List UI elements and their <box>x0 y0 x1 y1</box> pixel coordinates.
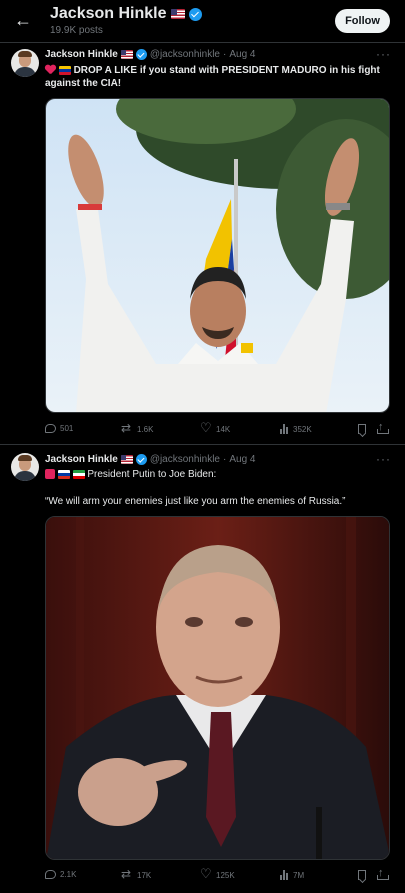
us-flag-icon <box>120 50 133 59</box>
follow-button[interactable]: Follow <box>335 9 390 33</box>
reply-icon <box>45 870 56 879</box>
heart-icon <box>200 866 212 882</box>
tweet-date[interactable]: Aug 4 <box>229 49 255 60</box>
bookmark-button[interactable] <box>358 424 366 434</box>
verified-badge-icon <box>135 454 147 465</box>
tweet-quote: “We will arm your enemies just like you … <box>45 496 346 507</box>
repost-button[interactable]: 1.6K <box>121 421 153 435</box>
us-flag-icon <box>170 9 185 19</box>
reply-button[interactable]: 2.1K <box>45 870 76 879</box>
heart-icon <box>200 420 212 436</box>
more-options-icon[interactable]: ··· <box>376 452 391 466</box>
repost-button[interactable]: 17K <box>121 867 151 881</box>
russia-flag-icon <box>57 469 70 479</box>
tweet-meta: Jackson Hinkle @jacksonhinkle · Aug 4 <box>45 49 255 60</box>
tweet-2[interactable]: Jackson Hinkle @jacksonhinkle · Aug 4 ··… <box>0 445 405 893</box>
arrow-left-icon[interactable]: ← <box>12 10 34 30</box>
author-name[interactable]: Jackson Hinkle <box>45 454 118 465</box>
views-icon <box>280 424 289 434</box>
red-pin-icon <box>45 469 55 480</box>
share-icon <box>377 867 389 880</box>
like-button[interactable]: 125K <box>200 866 235 882</box>
putin-photo <box>46 517 389 859</box>
red-heart-icon <box>45 65 56 75</box>
verified-badge-icon <box>135 49 147 60</box>
tweet-image-maduro[interactable] <box>45 98 390 413</box>
profile-header: ← Jackson Hinkle 19.9K posts Follow <box>0 0 405 42</box>
repost-icon <box>121 867 133 881</box>
tweet-image-putin[interactable] <box>45 516 390 860</box>
author-name[interactable]: Jackson Hinkle <box>45 49 118 60</box>
reply-icon <box>45 424 56 433</box>
tweet-text: President Putin to Joe Biden: <box>45 468 385 481</box>
tweet-text: DROP A LIKE if you stand with PRESIDENT … <box>45 65 380 89</box>
profile-name: Jackson Hinkle <box>50 5 202 23</box>
separator: · <box>223 454 227 465</box>
more-options-icon[interactable]: ··· <box>376 47 391 61</box>
tweet-meta: Jackson Hinkle @jacksonhinkle · Aug 4 <box>45 454 255 465</box>
separator: · <box>223 49 227 60</box>
verified-badge-icon <box>188 7 202 21</box>
views-icon <box>280 870 289 880</box>
share-button[interactable] <box>377 867 389 880</box>
us-flag-icon <box>120 455 133 464</box>
repost-icon <box>121 421 133 435</box>
share-icon <box>377 421 389 434</box>
tweet-date[interactable]: Aug 4 <box>229 454 255 465</box>
like-button[interactable]: 14K <box>200 420 230 436</box>
iran-flag-icon <box>72 469 85 479</box>
bookmark-icon <box>358 424 366 434</box>
venezuela-flag-icon <box>58 65 71 75</box>
tweet-1[interactable]: Jackson Hinkle @jacksonhinkle · Aug 4 ··… <box>0 43 405 443</box>
views-button[interactable]: 352K <box>280 424 312 434</box>
share-button[interactable] <box>377 421 389 434</box>
maduro-photo <box>46 99 389 412</box>
author-handle[interactable]: @jacksonhinkle <box>150 49 220 60</box>
avatar[interactable] <box>11 49 39 77</box>
avatar[interactable] <box>11 453 39 481</box>
bookmark-icon <box>358 870 366 880</box>
bookmark-button[interactable] <box>358 870 366 880</box>
reply-button[interactable]: 501 <box>45 424 73 433</box>
author-handle[interactable]: @jacksonhinkle <box>150 454 220 465</box>
tweet-actions: 501 1.6K 14K 352K <box>45 420 390 438</box>
post-count: 19.9K posts <box>50 25 103 36</box>
tweet-actions: 2.1K 17K 125K 7M <box>45 866 390 884</box>
views-button[interactable]: 7M <box>280 870 304 880</box>
